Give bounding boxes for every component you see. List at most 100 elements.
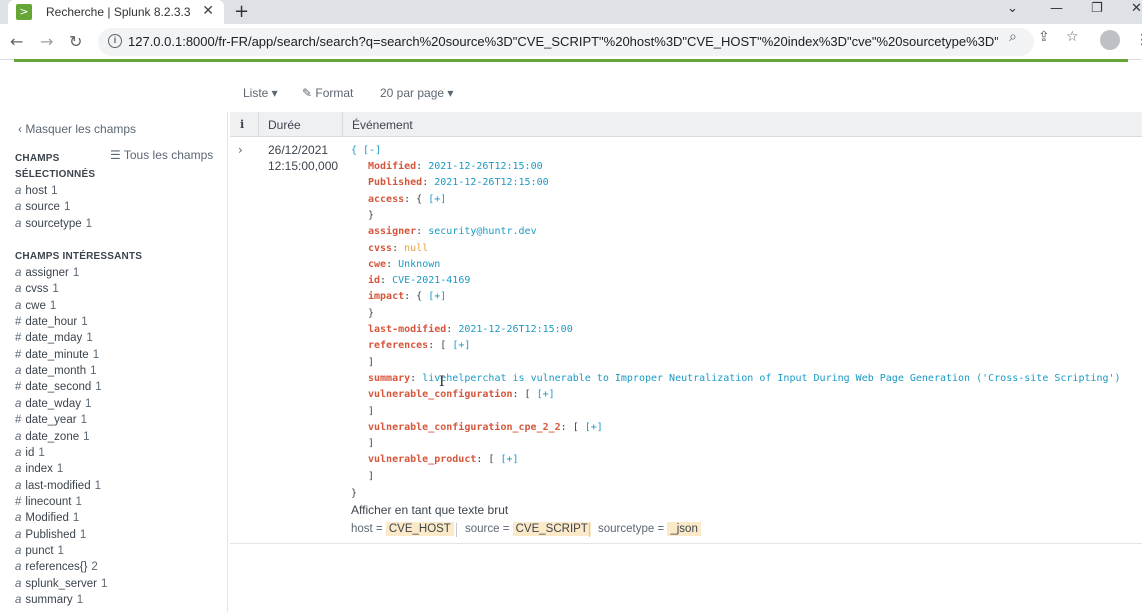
field-item-splunk-server[interactable]: a splunk_server 1 — [15, 578, 107, 590]
meta-value[interactable]: _json — [667, 522, 701, 536]
string-type-icon: a — [15, 217, 22, 230]
hide-fields-link[interactable]: ‹ Masquer les champs — [18, 122, 136, 136]
forward-icon[interactable]: → — [40, 32, 53, 51]
json-expand-toggle[interactable]: [+] — [428, 291, 446, 302]
info-icon[interactable]: i — [108, 34, 122, 48]
zoom-icon[interactable]: ⌕ — [1009, 29, 1017, 45]
field-item-summary[interactable]: a summary 1 — [15, 594, 83, 606]
field-name: splunk_server — [25, 577, 97, 590]
string-type-icon: a — [15, 446, 22, 459]
field-item-date-zone[interactable]: a date_zone 1 — [15, 431, 90, 443]
json-value: CVE-2021-4169 — [392, 275, 471, 287]
json-value: livehelperchat is vulnerable to Improper… — [422, 372, 1121, 384]
json-separator: : — [416, 161, 429, 172]
field-count: 1 — [76, 594, 84, 606]
new-tab-icon[interactable]: + — [234, 1, 249, 22]
field-item-assigner[interactable]: a assigner 1 — [15, 267, 79, 279]
field-item-published[interactable]: a Published 1 — [15, 529, 86, 541]
field-item-date-month[interactable]: a date_month 1 — [15, 365, 97, 377]
field-item-date-hour[interactable]: # date_hour 1 — [15, 316, 88, 328]
window-close-icon[interactable]: ✕ — [1131, 1, 1142, 16]
browser-tab[interactable]: > Recherche | Splunk 8.2.3.3 ✕ — [8, 0, 224, 24]
field-item-last-modified[interactable]: a last-modified 1 — [15, 480, 101, 492]
field-item-host[interactable]: a host 1 — [15, 185, 58, 197]
json-value: Unknown — [398, 258, 441, 270]
field-name: last-modified — [25, 479, 91, 492]
selected-fields-title-1: CHAMPS — [15, 153, 60, 164]
field-item-modified[interactable]: a Modified 1 — [15, 512, 79, 524]
string-type-icon: a — [15, 594, 22, 606]
json-value: 2021-12-26T12:15:00 — [428, 161, 543, 172]
show-raw-link[interactable]: Afficher en tant que texte brut — [351, 503, 508, 517]
numeric-type-icon: # — [15, 348, 22, 361]
kebab-icon[interactable]: ⋮ — [1135, 32, 1142, 48]
json-expand-toggle[interactable]: [+] — [537, 389, 555, 400]
json-line-last-modified: last-modified: 2021-12-26T12:15:00 — [368, 324, 573, 335]
field-name: cvss — [25, 283, 49, 296]
json-expand-toggle[interactable]: [+] — [428, 194, 446, 205]
field-item-references--[interactable]: a references{} 2 — [15, 561, 98, 573]
field-name: date_zone — [25, 430, 80, 443]
reload-icon[interactable]: ↻ — [69, 32, 82, 51]
list-view-dropdown[interactable]: Liste ▾ — [243, 86, 278, 100]
tab-search-icon[interactable]: ⌄ — [1007, 1, 1018, 16]
results-header: i Durée Événement — [230, 112, 1142, 137]
field-item-date-wday[interactable]: a date_wday 1 — [15, 398, 91, 410]
back-icon[interactable]: ← — [10, 32, 23, 51]
string-type-icon: a — [15, 397, 22, 410]
expand-event-icon[interactable]: › — [238, 143, 243, 157]
json-expand-toggle[interactable]: [+] — [500, 454, 518, 465]
json-expand-toggle[interactable]: [+] — [452, 340, 470, 351]
field-item-index[interactable]: a index 1 — [15, 463, 63, 475]
field-item-source[interactable]: a source 1 — [15, 201, 70, 213]
meta-value[interactable]: CVE_SCRIPT — [512, 522, 591, 536]
json-key: Modified — [368, 161, 417, 172]
json-close-line: } — [368, 308, 374, 319]
text-cursor-icon: I — [439, 374, 445, 390]
field-item-punct[interactable]: a punct 1 — [15, 545, 64, 557]
field-item-date-year[interactable]: # date_year 1 — [15, 414, 87, 426]
field-name: date_year — [25, 414, 77, 427]
field-item-cvss[interactable]: a cvss 1 — [15, 283, 59, 295]
share-icon[interactable]: ⇪ — [1038, 29, 1050, 45]
json-separator: : — [410, 372, 423, 384]
json-separator: : — [380, 275, 393, 287]
json-collapse-toggle[interactable]: { [-] — [351, 145, 381, 156]
tab-close-icon[interactable]: ✕ — [202, 3, 214, 19]
json-separator: : — [416, 226, 429, 238]
json-key: vulnerable_product — [368, 454, 477, 466]
field-count: 1 — [95, 381, 102, 394]
json-separator: ] — [368, 405, 375, 417]
all-fields-button[interactable]: ☰ Tous les champs — [110, 148, 213, 162]
profile-icon[interactable] — [1100, 30, 1120, 50]
restore-icon[interactable]: ❐ — [1091, 1, 1103, 16]
json-key: references — [368, 340, 429, 352]
json-value: null — [404, 242, 429, 254]
url-text[interactable]: 127.0.0.1:8000/fr-FR/app/search/search?q… — [128, 34, 998, 49]
col-time-header[interactable]: Durée — [268, 118, 301, 132]
json-expand-toggle[interactable]: [+] — [585, 422, 603, 433]
meta-divider — [589, 523, 590, 537]
field-item-linecount[interactable]: # linecount 1 — [15, 496, 82, 508]
field-item-cwe[interactable]: a cwe 1 — [15, 300, 56, 312]
string-type-icon: a — [15, 528, 22, 541]
field-item-sourcetype[interactable]: a sourcetype 1 — [15, 218, 92, 230]
field-item-id[interactable]: a id 1 — [15, 447, 45, 459]
minimize-icon[interactable]: — — [1050, 1, 1063, 16]
field-name: date_month — [25, 365, 87, 378]
json-separator: : { — [404, 291, 429, 303]
json-key: cvss — [368, 242, 393, 254]
json-line-assigner: assigner: security@huntr.dev — [368, 226, 537, 237]
per-page-dropdown[interactable]: 20 par page ▾ — [380, 86, 453, 100]
field-item-date-mday[interactable]: # date_mday 1 — [15, 332, 93, 344]
meta-value[interactable]: CVE_HOST — [385, 522, 454, 536]
star-icon[interactable]: ☆ — [1066, 29, 1079, 45]
field-item-date-minute[interactable]: # date_minute 1 — [15, 349, 99, 361]
field-count: 1 — [63, 201, 71, 214]
json-key: cwe — [368, 258, 387, 270]
address-bar[interactable]: i 127.0.0.1:8000/fr-FR/app/search/search… — [98, 28, 1034, 56]
field-item-date-second[interactable]: # date_second 1 — [15, 381, 102, 393]
col-divider — [258, 112, 259, 137]
field-count: 1 — [57, 544, 64, 557]
format-button[interactable]: ✎ Format — [302, 86, 353, 100]
